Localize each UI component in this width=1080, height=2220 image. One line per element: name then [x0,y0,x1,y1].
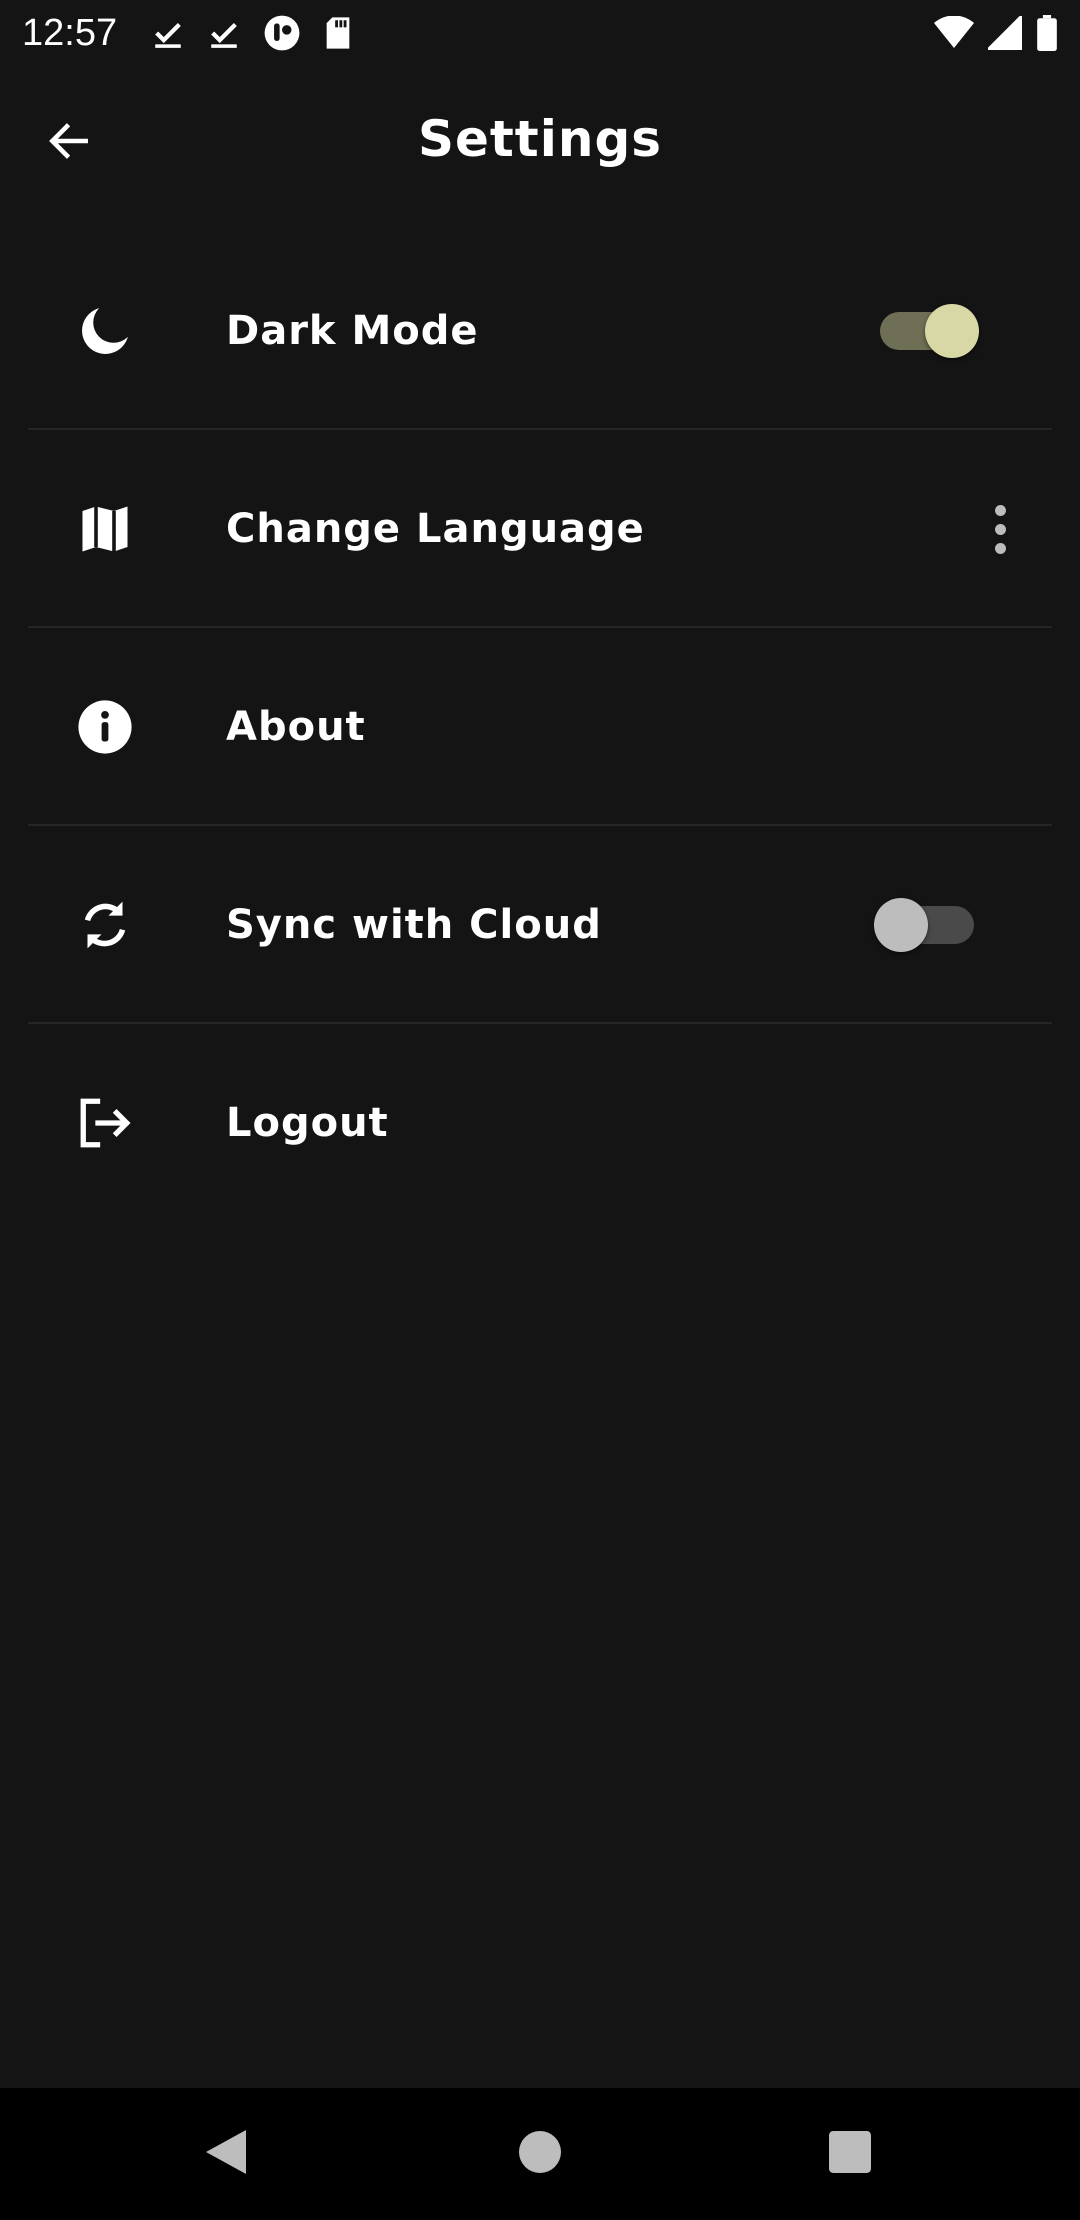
setting-sync-cloud[interactable]: Sync with Cloud [0,826,1080,1024]
more-vertical-icon-dot [994,504,1006,516]
dark-mode-switch[interactable] [880,232,982,430]
status-bar: 12:57 [0,0,1080,66]
setting-label: About [226,704,366,750]
status-notification-icons [151,14,353,52]
sd-card-icon [323,16,353,50]
setting-change-language[interactable]: Change Language [0,430,1080,628]
page-title: Settings [417,110,662,168]
nav-home-button[interactable] [470,2088,610,2220]
setting-label: Change Language [226,506,645,552]
app-notification-icon [263,14,301,52]
app-bar: Settings [0,66,1080,222]
nav-back-button[interactable] [156,2088,296,2220]
more-vertical-icon-dot [994,523,1006,535]
download-done-icon [151,16,185,50]
sync-icon [72,897,138,953]
info-icon [72,699,138,755]
cellular-signal-icon [988,16,1022,50]
back-triangle-icon [204,2127,248,2181]
setting-dark-mode[interactable]: Dark Mode [0,232,1080,430]
setting-label: Dark Mode [226,308,479,354]
settings-list: Dark Mode Change Language About Sync wit… [0,232,1080,1222]
setting-label: Logout [226,1100,389,1146]
home-circle-icon [519,2131,561,2177]
download-done-icon [207,16,241,50]
more-vertical-icon-dot [994,542,1006,554]
map-icon [72,501,138,557]
recents-square-icon [829,2131,871,2177]
setting-about[interactable]: About [0,628,1080,826]
nav-recents-button[interactable] [780,2088,920,2220]
status-system-icons [934,15,1058,51]
switch-thumb [874,898,928,952]
more-options-button[interactable] [978,494,1022,564]
setting-logout[interactable]: Logout [0,1024,1080,1222]
logout-icon [72,1095,138,1151]
wifi-icon [934,16,974,50]
status-time: 12:57 [22,11,118,54]
switch-thumb [925,304,979,358]
sync-cloud-switch[interactable] [872,826,974,1024]
moon-icon [72,303,138,359]
system-nav-bar [0,2088,1080,2220]
battery-icon [1036,15,1058,51]
setting-label: Sync with Cloud [226,902,602,948]
